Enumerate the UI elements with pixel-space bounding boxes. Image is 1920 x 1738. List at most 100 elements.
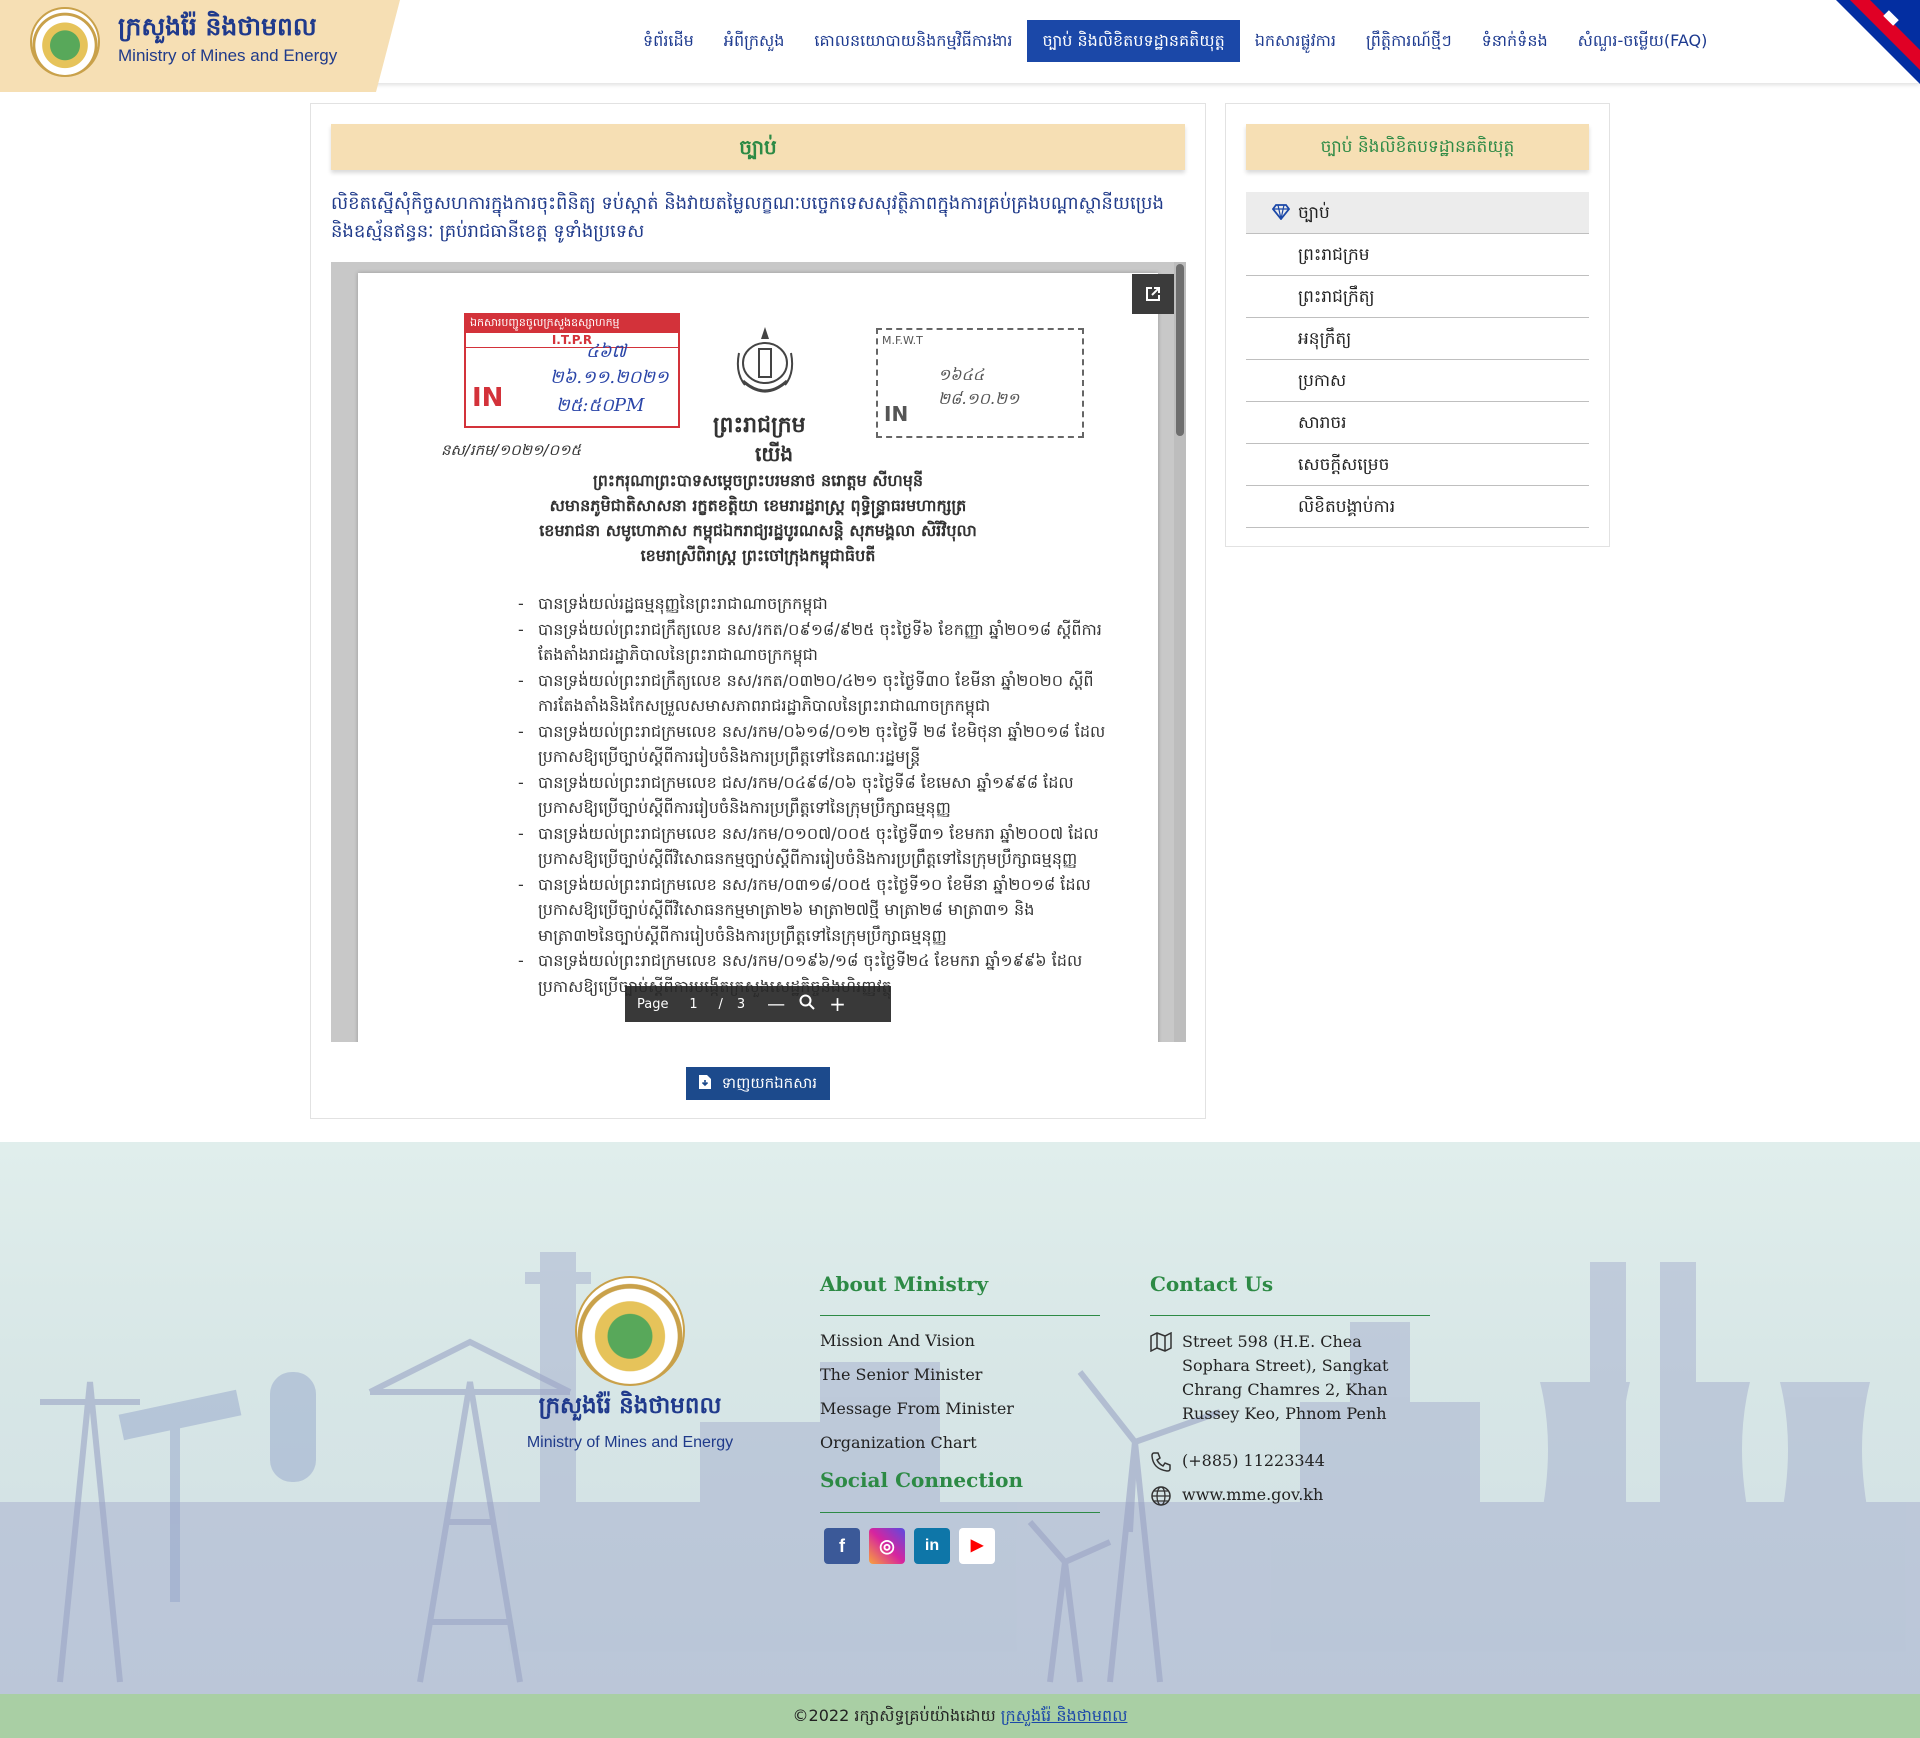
phone-icon [1150, 1451, 1172, 1473]
contact-us-heading: Contact Us [1150, 1272, 1274, 1296]
nav-laws[interactable]: ច្បាប់ និងលិខិតបទដ្ឋានគតិយុត្ត [1027, 20, 1240, 62]
nav-home[interactable]: ទំព័រដើម [628, 20, 709, 62]
footer-link-message[interactable]: Message From Minister [820, 1399, 1014, 1418]
sidebar-item-royal-decree[interactable]: ព្រះរាជក្រឹត្យ [1246, 276, 1589, 318]
instagram-icon[interactable]: ◎ [869, 1528, 905, 1564]
viewer-scroll-thumb[interactable] [1176, 264, 1184, 436]
page-label: Page [637, 996, 669, 1012]
category-sidebar: ច្បាប់ និងលិខិតបទដ្ឋានគតិយុត្ត ច្បាប់ ព្… [1225, 103, 1610, 547]
footer-ministry-logo-icon[interactable] [575, 1276, 685, 1386]
nav-contact[interactable]: ទំនាក់ទំនង [1467, 20, 1563, 62]
decree-clauses: បានទ្រង់យល់រដ្ឋធម្មនុញ្ញនៃព្រះរាជាណាចក្រ… [518, 591, 1108, 999]
sidebar-item-label: ព្រះរាជក្រម [1298, 245, 1370, 265]
site-header: ក្រសួងរ៉ែ និងថាមពល Ministry of Mines and… [0, 0, 1920, 92]
stamp-org: I.T.P.R [466, 333, 678, 348]
stamp-date: ២៨.១០.២១ [938, 389, 1020, 408]
sidebar-item-circular[interactable]: សារាចរ [1246, 402, 1589, 444]
royal-line: ព្រះករុណាព្រះបាទសម្តេចព្រះបរមនាថ នរោត្តម… [592, 471, 924, 490]
youtube-icon[interactable]: ▶ [959, 1528, 995, 1564]
document-description: លិខិតស្នើសុំកិច្ចសហការក្នុងការចុះពិនិត្យ… [331, 193, 1164, 242]
stamp-in-label: IN [884, 402, 909, 426]
brand-name-khmer: ក្រសួងរ៉ែ និងថាមពល [118, 12, 317, 41]
stamp-org: M.F.W.T [882, 334, 923, 347]
royal-title-lines: ព្រះករុណាព្រះបាទសម្តេចព្រះបរមនាថ នរោត្តម… [508, 468, 1008, 568]
footer-link-org-chart[interactable]: Organization Chart [820, 1433, 977, 1452]
social-divider [820, 1512, 1100, 1513]
sidebar-item-label: ប្រកាស [1298, 371, 1347, 391]
nav-events[interactable]: ព្រឹត្តិការណ៍ថ្មីៗ [1351, 20, 1467, 62]
gem-icon [1271, 192, 1291, 234]
clause-item: បានទ្រង់យល់ព្រះរាជក្រឹត្យលេខ នស/រកត/០៣២០… [518, 668, 1108, 719]
clause-item: បានទ្រង់យល់ព្រះរាជក្រមលេខ នស/រកម/០៣១៨/០០… [518, 872, 1108, 949]
clause-item: បានទ្រង់យល់ព្រះរាជក្រមលេខ នស/រកម/០៦១៨/០១… [518, 719, 1108, 770]
royal-line: សមានភូមិជាតិសាសនា រក្ខតខត្តិយា ខេមរារដ្ឋ… [549, 496, 967, 515]
sidebar-item-label: ព្រះរាជក្រឹត្យ [1298, 287, 1375, 307]
royal-emblem-icon [733, 323, 797, 407]
industrial-skyline-background [0, 1252, 1920, 1702]
download-label: ទាញយកឯកសារ [721, 1074, 817, 1092]
file-download-icon [699, 1074, 722, 1092]
sidebar-item-sub-decree[interactable]: អនុក្រឹត្យ [1246, 318, 1589, 360]
received-stamp-grey: M.F.W.T IN ១៦៤៤ ២៨.១០.២១ [876, 328, 1084, 438]
contact-address: Street 598 (H.E. Chea Sophara Street), S… [1182, 1332, 1389, 1423]
site-footer: ក្រសួងរ៉ែ និងថាមពល Ministry of Mines and… [0, 1142, 1920, 1738]
clause-item: បានទ្រង់យល់ព្រះរាជក្រឹត្យលេខ នស/រកត/០៩១៨… [518, 617, 1108, 668]
zoom-icon[interactable] [799, 994, 815, 1014]
social-connection-heading: Social Connection [820, 1468, 1024, 1492]
sidebar-item-label: សារាចរ [1298, 413, 1347, 433]
decree-number: នស/រកម/១០២១/០១៥ [441, 441, 582, 459]
stamp-number: ១៦៤៤ [938, 365, 985, 384]
decree-we: យើង [755, 442, 794, 466]
footer-brand-khmer: ក្រសួងរ៉ែ និងថាមពល [538, 1392, 722, 1419]
ministry-logo-icon [30, 7, 100, 77]
current-page-input[interactable]: 1 [682, 997, 704, 1012]
minus-icon[interactable]: — [767, 994, 785, 1015]
brand-block[interactable]: ក្រសួងរ៉ែ និងថាមពល Ministry of Mines and… [0, 0, 400, 92]
sidebar-item-label: លិខិតបង្គាប់ការ [1298, 497, 1396, 517]
sidebar-list: ច្បាប់ ព្រះរាជក្រម ព្រះរាជក្រឹត្យ អនុក្រ… [1246, 192, 1589, 528]
stamp-date: ២៦.១១.២០២១ [550, 367, 669, 388]
clause-item: បានទ្រង់យល់រដ្ឋធម្មនុញ្ញនៃព្រះរាជាណាចក្រ… [518, 591, 1108, 617]
open-external-icon[interactable] [1132, 274, 1174, 314]
about-ministry-heading: About Ministry [820, 1272, 989, 1296]
nav-about[interactable]: អំពីក្រសួង [709, 20, 800, 62]
cambodia-flag-icon[interactable] [1836, 0, 1920, 84]
map-icon [1150, 1331, 1172, 1354]
sidebar-title: ច្បាប់ និងលិខិតបទដ្ឋានគតិយុត្ត [1246, 124, 1589, 170]
royal-line: ខេមរាជនា សមូហោភាស កម្ពុជឯករាជ្យរដ្ឋបូរណស… [539, 521, 977, 540]
sidebar-item-proclamation[interactable]: ប្រកាស [1246, 360, 1589, 402]
viewer-scrollbar[interactable] [1174, 262, 1186, 1042]
nav-policy[interactable]: គោលនយោបាយនិងកម្មវិធីការងារ [799, 20, 1027, 62]
pdf-viewer[interactable]: ឯកសារបញ្ជូនចូលក្រសួងឧស្សាហកម្ម I.T.P.R I… [331, 262, 1186, 1042]
linkedin-icon[interactable]: in [914, 1528, 950, 1564]
brand-name-english: Ministry of Mines and Energy [118, 46, 338, 65]
sidebar-item-label: អនុក្រឹត្យ [1298, 329, 1352, 349]
sidebar-item-royal-code[interactable]: ព្រះរាជក្រម [1246, 234, 1589, 276]
about-divider [820, 1315, 1100, 1316]
sidebar-item-directive[interactable]: លិខិតបង្គាប់ការ [1246, 486, 1589, 528]
nav-official-documents[interactable]: ឯកសារផ្លូវការ [1240, 20, 1351, 62]
globe-icon [1150, 1485, 1172, 1507]
facebook-icon[interactable]: f [824, 1528, 860, 1564]
contact-phone[interactable]: (+885) 11223344 [1182, 1449, 1325, 1473]
sidebar-item-decision[interactable]: សេចក្តីសម្រេច [1246, 444, 1589, 486]
decree-title: ព្រះរាជក្រម [713, 413, 806, 438]
footer-link-mission[interactable]: Mission And Vision [820, 1331, 975, 1350]
received-stamp-red: ឯកសារបញ្ជូនចូលក្រសួងឧស្សាហកម្ម I.T.P.R I… [464, 313, 680, 428]
clause-item: បានទ្រង់យល់ព្រះរាជក្រមលេខ ជស/រកម/០៤៩៨/០៦… [518, 770, 1108, 821]
plus-icon[interactable]: + [829, 992, 846, 1016]
footer-link-senior-minister[interactable]: The Senior Minister [820, 1365, 982, 1384]
copyright-link[interactable]: ក្រសួងរ៉ែ និងថាមពល [1001, 1706, 1128, 1725]
law-document-card: ច្បាប់ លិខិតស្នើសុំកិច្ចសហការក្នុងការចុះ… [310, 103, 1206, 1119]
royal-line: ខេមរាស្រីពិរាស្ត្រ ព្រះចៅក្រុងកម្ពុជាធិប… [640, 546, 876, 565]
stamp-number: ៤៦៧ [586, 341, 627, 362]
copyright-bar: ©2022 រក្សាសិទ្ធគ្រប់យ៉ាងដោយ ក្រសួងរ៉ែ ន… [0, 1694, 1920, 1738]
sidebar-item-label: សេចក្តីសម្រេច [1298, 455, 1390, 475]
download-document-button[interactable]: ទាញយកឯកសារ [686, 1067, 830, 1100]
sidebar-item-law[interactable]: ច្បាប់ [1246, 192, 1589, 234]
nav-faq[interactable]: សំណួរ-ចម្លើយ(FAQ) [1563, 20, 1723, 62]
stamp-header: ឯកសារបញ្ជូនចូលក្រសួងឧស្សាហកម្ម [466, 315, 678, 333]
main-nav: ទំព័រដើម អំពីក្រសួង គោលនយោបាយនិងកម្មវិធី… [628, 20, 1722, 62]
contact-divider [1150, 1315, 1430, 1316]
contact-website[interactable]: www.mme.gov.kh [1182, 1483, 1323, 1507]
